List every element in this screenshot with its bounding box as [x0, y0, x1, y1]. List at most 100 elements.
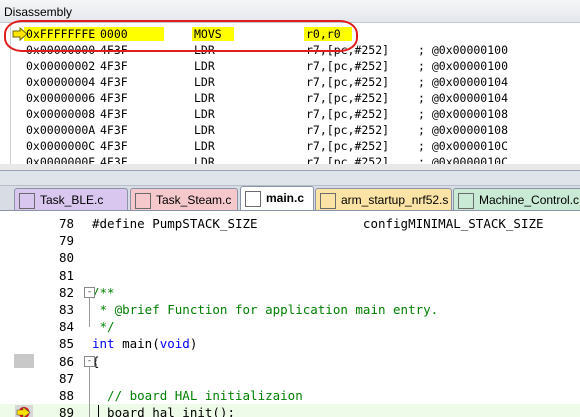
disassembly-row[interactable]: 0x00000002 4F3F LDR r7,[pc,#252] ; @0x000001…: [12, 58, 578, 74]
line-number: 81: [58, 267, 74, 283]
code-line[interactable]: 85 int main(void): [0, 335, 580, 352]
current-code-line[interactable]: 89 board_hal_init();: [0, 404, 580, 417]
instruction-address: 0x00000006: [26, 91, 96, 105]
instruction-address: 0x00000008: [26, 107, 96, 121]
current-instruction-row[interactable]: 0xFFFFFFFE 0000 MOVS r0,r0: [12, 26, 578, 42]
instruction-comment: ; @0x00000104: [418, 91, 509, 105]
instruction-operands: r7,[pc,#252]: [306, 75, 390, 89]
file-icon: [458, 193, 474, 209]
disassembly-pane: Disassembly 0xFFFFFFFE 0000 MOVS r0,r0 0x000…: [0, 0, 580, 171]
instruction-address: 0x0000000C: [26, 139, 96, 153]
instruction-opcode: 4F3F: [100, 43, 128, 57]
instruction-address: 0x00000000: [26, 43, 96, 57]
tab-machine-control-c[interactable]: Machine_Control.c: [453, 188, 580, 211]
code-text: #define PumpSTACK_SIZE configMINIMAL_STA…: [92, 216, 544, 231]
breakpoint-arrow-icon: [15, 405, 33, 417]
code-text: int main(void): [92, 336, 198, 352]
tab-main-c[interactable]: main.c: [240, 186, 314, 211]
code-text: * @brief Function for application main e…: [92, 302, 439, 317]
instruction-opcode: 4F3F: [100, 139, 128, 153]
instruction-opcode: 4F3F: [100, 59, 128, 73]
instruction-mnemonic: LDR: [194, 91, 215, 105]
line-number: 79: [58, 233, 74, 249]
disassembly-rows: 0xFFFFFFFE 0000 MOVS r0,r0 0x00000000 4F3F LDR…: [12, 26, 578, 170]
code-line[interactable]: 86{-: [0, 353, 580, 370]
disassembly-title: Disassembly: [4, 5, 73, 19]
code-line[interactable]: 81: [0, 267, 580, 284]
line-number: 89: [58, 405, 74, 417]
tab-label: Machine_Control.c: [479, 193, 580, 207]
code-line[interactable]: 84 */: [0, 318, 580, 335]
code-text: /**: [92, 284, 115, 300]
line-number: 83: [58, 302, 74, 317]
line-number: 86: [58, 353, 74, 369]
editor-tab-strip: Task_BLE.c Task_Steam.c main.c arm_startup_…: [0, 186, 580, 211]
instruction-opcode: 0000: [100, 27, 128, 41]
tab-task-ble-c[interactable]: Task_BLE.c: [14, 188, 128, 211]
disassembly-row[interactable]: 0x00000008 4F3F LDR r7,[pc,#252] ; @0x000001…: [12, 106, 578, 122]
instruction-address: 0x00000004: [26, 75, 96, 89]
instruction-opcode: 4F3F: [100, 123, 128, 137]
code-text: board_hal_init();: [92, 405, 235, 417]
code-editor[interactable]: 78 #define PumpSTACK_SIZE configMINIMAL_S…: [0, 210, 580, 417]
code-line[interactable]: 87: [0, 370, 580, 387]
fold-guide: [89, 296, 90, 328]
code-text: // board HAL initializaion: [92, 388, 303, 403]
file-icon: [135, 193, 151, 209]
disassembly-row[interactable]: 0x0000000C 4F3F LDR r7,[pc,#252] ; @0x000001…: [12, 138, 578, 154]
code-line[interactable]: 88 // board HAL initializaion: [0, 387, 580, 404]
disassembly-title-bar: Disassembly: [0, 0, 580, 23]
instruction-operands: r7,[pc,#252]: [306, 139, 390, 153]
instruction-operands: r0,r0: [306, 27, 341, 41]
line-number: 87: [58, 370, 74, 386]
line-number: 78: [58, 216, 74, 231]
tab-label: main.c: [266, 191, 305, 205]
code-text: */: [92, 319, 115, 335]
instruction-mnemonic: LDR: [194, 107, 215, 121]
instruction-mnemonic: MOVS: [194, 27, 222, 41]
line-number: 88: [58, 388, 74, 403]
disassembly-row[interactable]: 0x00000004 4F3F LDR r7,[pc,#252] ; @0x000001…: [12, 74, 578, 90]
instruction-operands: r7,[pc,#252]: [306, 43, 390, 57]
file-icon: [320, 193, 336, 209]
instruction-opcode: 4F3F: [100, 75, 128, 89]
disassembly-scrollbar[interactable]: [0, 164, 580, 170]
instruction-mnemonic: LDR: [194, 139, 215, 153]
code-line[interactable]: 82/** -: [0, 284, 580, 301]
instruction-opcode: 4F3F: [100, 107, 128, 121]
code-line[interactable]: 83 * @brief Function for application mai…: [0, 301, 580, 318]
pane-splitter[interactable]: [0, 171, 580, 186]
disassembly-row[interactable]: 0x0000000A 4F3F LDR r7,[pc,#252] ; @0x000001…: [12, 122, 578, 138]
fold-guide: [89, 365, 90, 417]
instruction-operands: r7,[pc,#252]: [306, 91, 390, 105]
file-icon: [245, 191, 261, 207]
tab-label: arm_startup_nrf52.s: [341, 193, 449, 207]
disassembly-gutter[interactable]: [0, 23, 11, 170]
instruction-address: 0xFFFFFFFE: [26, 27, 96, 41]
tab-label: Task_BLE.c: [40, 193, 104, 207]
instruction-opcode: 4F3F: [100, 91, 128, 105]
instruction-operands: r7,[pc,#252]: [306, 123, 390, 137]
instruction-comment: ; @0x0000010C: [418, 139, 509, 153]
instruction-operands: r7,[pc,#252]: [306, 59, 390, 73]
instruction-mnemonic: LDR: [194, 59, 215, 73]
disassembly-row[interactable]: 0x00000000 4F3F LDR r7,[pc,#252] ; @0x000001…: [12, 42, 578, 58]
line-number: 84: [58, 319, 74, 335]
tab-arm-startup-nrf52-s[interactable]: arm_startup_nrf52.s: [315, 188, 452, 211]
code-line[interactable]: 78 #define PumpSTACK_SIZE configMINIMAL_S…: [0, 215, 580, 232]
instruction-comment: ; @0x00000100: [418, 59, 509, 73]
instruction-mnemonic: LDR: [194, 75, 215, 89]
instruction-operands: r7,[pc,#252]: [306, 107, 390, 121]
code-line[interactable]: 80: [0, 249, 580, 266]
tab-task-steam-c[interactable]: Task_Steam.c: [130, 188, 238, 211]
instruction-comment: ; @0x00000100: [418, 43, 509, 57]
text-caret: [98, 405, 99, 417]
code-line[interactable]: 79: [0, 232, 580, 249]
disassembly-row[interactable]: 0x00000006 4F3F LDR r7,[pc,#252] ; @0x000001…: [12, 90, 578, 106]
line-number: 85: [58, 336, 74, 352]
tab-label: Task_Steam.c: [156, 193, 232, 207]
instruction-address: 0x0000000A: [26, 123, 96, 137]
instruction-comment: ; @0x00000108: [418, 123, 509, 137]
instruction-address: 0x00000002: [26, 59, 96, 73]
breakpoint-slot[interactable]: [14, 353, 34, 368]
